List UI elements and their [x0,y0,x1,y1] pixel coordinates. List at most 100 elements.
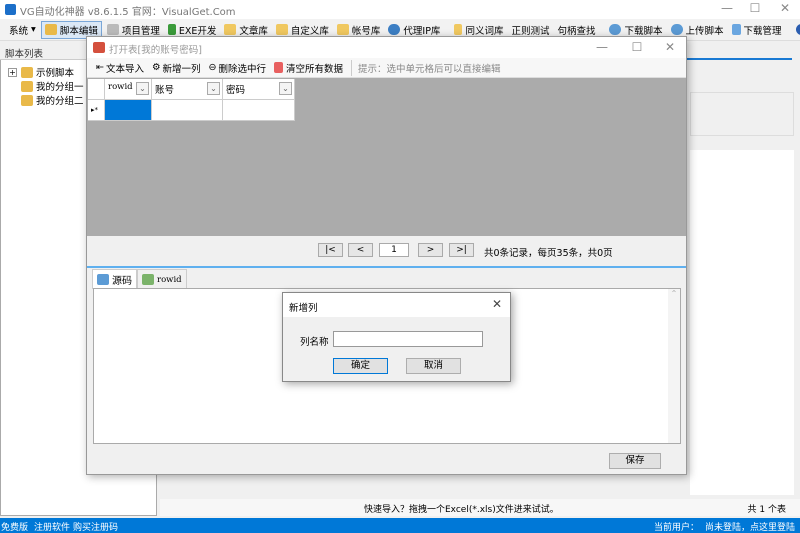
tab-source[interactable]: 源码 [92,269,137,289]
page-input[interactable]: 1 [379,243,409,257]
minimize-button[interactable]: — [587,40,617,54]
table-window-title: 打开表[我的账号密码] [109,45,202,56]
label: rowid [157,274,182,285]
column-name-input[interactable] [333,331,483,347]
minus-circle-icon: ⊖ [208,62,217,73]
new-row-marker[interactable]: ▸* [88,100,105,121]
maximize-button[interactable]: ☐ [622,40,652,54]
grid-cell[interactable] [152,100,223,121]
cancel-button[interactable]: 取消 [406,358,461,374]
buy-link[interactable]: 购买注册码 [73,520,118,533]
tab-strip: 源码 rowid [92,269,187,289]
pager: |< < 1 > >| 共0条记录，每页35条，共0页 [87,236,686,266]
expand-icon[interactable]: + [8,67,17,77]
status-bar: 快速导入？拖拽一个Excel(*.xls)文件进来试试。 共 1 个表 [160,499,800,516]
dialog-titlebar: 新增列 ✕ [283,293,510,317]
import-text-button[interactable]: ⇤ 文本导入 [93,59,147,77]
label: 句柄查找 [557,25,596,37]
label: 代理IP库 [403,25,441,37]
menu-system-label: 系统 [9,25,29,37]
toolbar-download-manager[interactable]: 下载管理 [729,21,785,39]
grid-corner [88,79,105,100]
splitter[interactable] [87,266,686,268]
workspace-content [690,150,794,495]
table-count: 共 1 个表 [747,505,786,515]
chevron-down-icon[interactable]: ⌄ [207,82,220,95]
toolbar-help[interactable]: 帮助 ▾ [793,21,800,39]
import-icon: ⇤ [96,62,104,73]
grid-cell-selected[interactable] [105,100,152,121]
add-column-button[interactable]: ⚙ 新增一列 [149,59,204,77]
chevron-down-icon[interactable]: ⌄ [136,82,149,95]
user-label: 当前用户： [654,523,700,533]
column-header-account[interactable]: 账号 ⌄ [152,79,223,100]
pager-summary: 共0条记录，每页35条，共0页 [484,248,613,259]
add-column-icon: ⚙ [151,62,161,73]
label: 清空所有数据 [286,63,344,75]
status-hint: 快速导入？拖拽一个Excel(*.xls)文件进来试试。 [364,505,559,515]
label: 删除选中行 [218,63,267,75]
label: 文本导入 [105,63,144,75]
label: 帐号库 [351,25,381,37]
grid-cell[interactable] [223,100,295,121]
data-grid: rowid ⌄ 账号 ⌄ 密码 ⌄ ▸* [87,78,686,236]
folder-icon [336,24,349,35]
label: 示例脚本 [36,68,75,79]
label: 账号 [155,85,175,96]
edition-label: 免费版 [1,523,29,533]
label: 下载脚本 [624,25,663,37]
script-icon [21,66,33,78]
chevron-down-icon[interactable]: ⌄ [279,82,292,95]
label: 新增一列 [162,63,201,75]
download-arrow-icon [167,24,176,35]
globe-icon [388,24,401,35]
tree-item-sample[interactable]: + 示例脚本 [8,65,74,79]
scrollbar[interactable]: ⌃ [668,289,680,443]
label: 项目管理 [121,25,160,37]
folder-icon [275,24,288,35]
dialog-title: 新增列 [289,303,318,314]
tab-rowid[interactable]: rowid [137,269,187,289]
prev-page-button[interactable]: < [348,243,373,257]
label: 正则测试 [511,25,550,37]
footer-bar: 免费版 注册软件 购买注册码 当前用户： 尚未登陆，点这里登陆 [0,518,800,533]
help-icon [795,24,800,35]
next-page-button[interactable]: > [418,243,443,257]
save-button[interactable]: 保存 [609,453,661,469]
edit-tip: 提示：选中单元格后可以直接编辑 [358,63,501,75]
close-button[interactable]: ✕ [770,1,800,15]
table-icon [93,42,105,53]
label: EXE开发 [178,25,217,37]
column-header-password[interactable]: 密码 ⌄ [223,79,295,100]
add-column-dialog: 新增列 ✕ 列名称 确定 取消 [282,292,511,382]
table-window-titlebar: 打开表[我的账号密码] — ☐ ✕ [87,37,686,58]
label: 上传脚本 [685,25,724,37]
label: 我的分组一 [36,82,84,93]
clear-data-button[interactable]: 清空所有数据 [271,59,346,77]
tree-item-group2[interactable]: 我的分组二 [21,93,84,107]
column-header-rowid[interactable]: rowid ⌄ [105,79,152,100]
app-titlebar: VG自动化神器 v8.6.1.5 官网：VisualGet.Com — ☐ ✕ [0,0,800,19]
register-link[interactable]: 注册软件 [34,520,70,533]
delete-row-button[interactable]: ⊖ 删除选中行 [206,59,269,77]
project-icon [106,24,119,35]
clear-icon [274,62,284,73]
minimize-button[interactable]: — [712,1,742,15]
label: 同义词库 [465,25,504,37]
maximize-button[interactable]: ☐ [740,1,770,15]
book-icon [454,24,463,35]
last-page-button[interactable]: >| [449,243,474,257]
ok-button[interactable]: 确定 [333,358,388,374]
login-link[interactable]: 尚未登陆，点这里登陆 [705,520,795,533]
label: 我的分组二 [36,96,84,107]
table-toolbar: ⇤ 文本导入 ⚙ 新增一列 ⊖ 删除选中行 清空所有数据 提示：选中单元格后可以直接编… [87,58,686,78]
first-page-button[interactable]: |< [318,243,343,257]
edit-icon [44,24,57,35]
close-button[interactable]: ✕ [655,40,685,54]
table-window: 打开表[我的账号密码] — ☐ ✕ ⇤ 文本导入 ⚙ 新增一列 ⊖ 删除选中行 清空所… [86,36,687,475]
tree-item-group1[interactable]: 我的分组一 [21,79,84,93]
menu-system[interactable]: 系统 ▾ [6,21,39,39]
dialog-close-button[interactable]: ✕ [492,297,502,311]
script-icon [21,94,33,106]
column-name-label: 列名称 [300,337,329,348]
